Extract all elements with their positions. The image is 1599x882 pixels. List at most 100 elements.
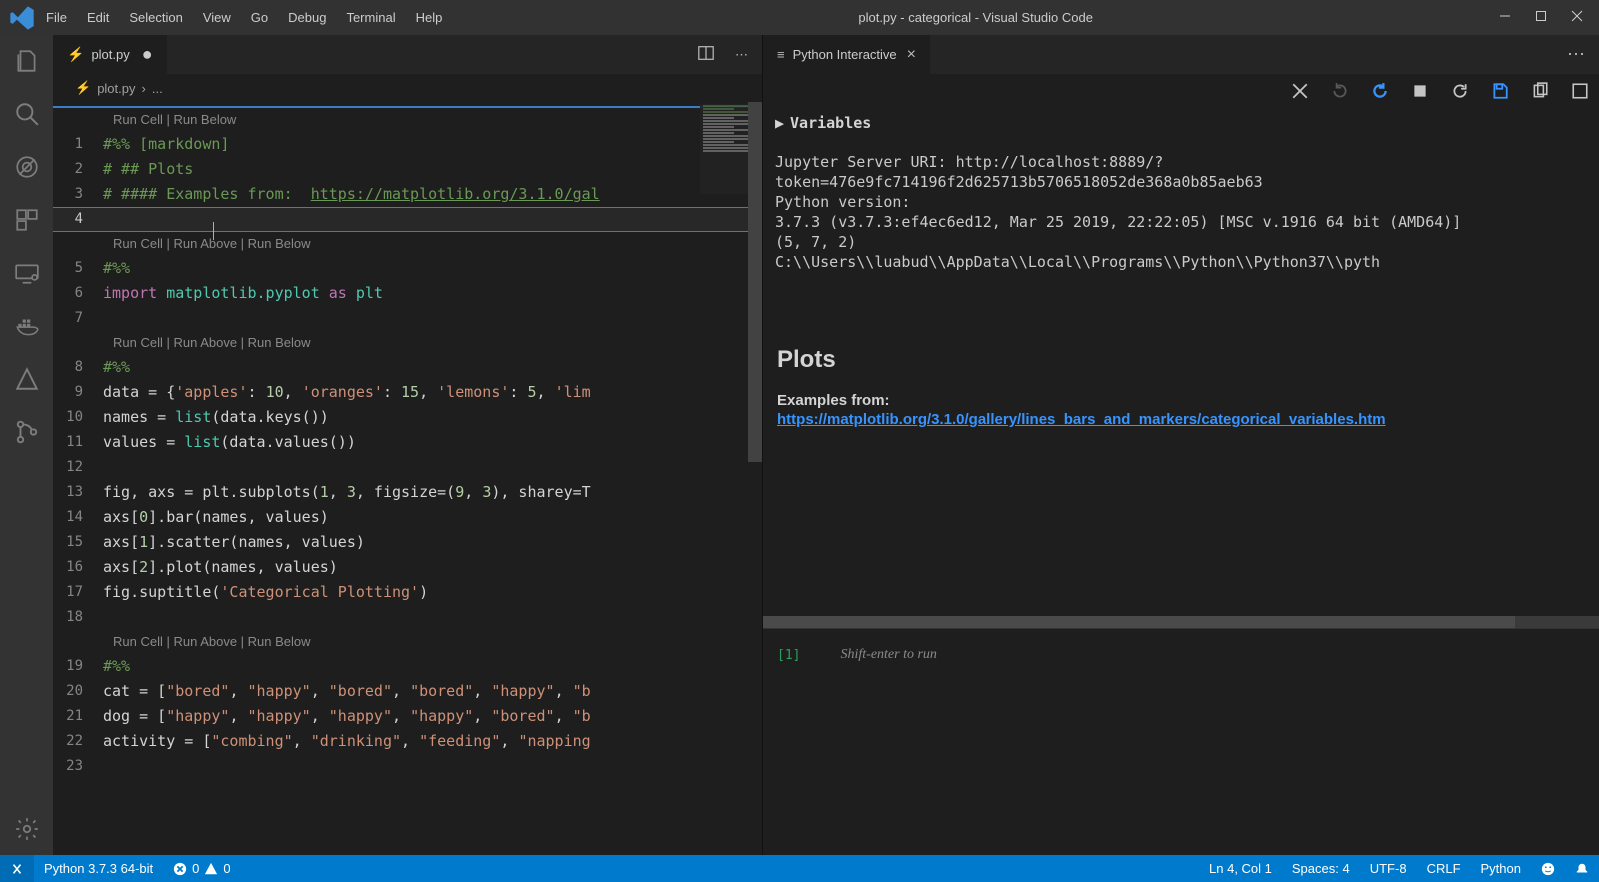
debug-disabled-icon[interactable]	[13, 153, 41, 181]
line-number: 14	[53, 505, 103, 530]
line-number: 6	[53, 281, 103, 306]
status-eol[interactable]: CRLF	[1417, 861, 1471, 876]
line-number: 2	[53, 157, 103, 182]
line-number: 1	[53, 132, 103, 157]
menu-selection[interactable]: Selection	[119, 4, 192, 31]
tab-python-interactive[interactable]: ≡ Python Interactive ×	[763, 35, 931, 74]
interactive-toolbar	[763, 74, 1599, 110]
save-icon[interactable]	[1491, 82, 1509, 103]
codelens-run-cell[interactable]: Run Cell | Run Above | Run Below	[53, 630, 762, 654]
split-editor-icon[interactable]	[697, 44, 715, 65]
line-number: 19	[53, 654, 103, 679]
interactive-input[interactable]: [1] Shift-enter to run	[763, 628, 1599, 681]
status-notifications-icon[interactable]	[1565, 861, 1599, 876]
line-number: 18	[53, 605, 103, 630]
line-number: 22	[53, 729, 103, 754]
expand-icon[interactable]	[1571, 82, 1589, 103]
tab-filename: plot.py	[91, 47, 129, 62]
interactive-tab-bar: ≡ Python Interactive × ⋯	[763, 35, 1599, 74]
menu-file[interactable]: File	[36, 4, 77, 31]
status-language[interactable]: Python	[1471, 861, 1531, 876]
status-problems[interactable]: 0 0	[163, 861, 240, 876]
titlebar: File Edit Selection View Go Debug Termin…	[0, 0, 1599, 35]
menu-debug[interactable]: Debug	[278, 4, 336, 31]
editor-tab-bar: ⚡ plot.py ● ⋯	[53, 35, 762, 74]
status-python-env[interactable]: Python 3.7.3 64-bit	[34, 861, 163, 876]
line-number: 13	[53, 480, 103, 505]
examples-link[interactable]: https://matplotlib.org/3.1.0/gallery/lin…	[777, 411, 1386, 428]
settings-gear-icon[interactable]	[13, 815, 41, 843]
variables-label: Variables	[790, 114, 871, 132]
plots-heading: Plots	[777, 346, 1585, 374]
line-number: 17	[53, 580, 103, 605]
line-number: 23	[53, 754, 103, 779]
docker-icon[interactable]	[13, 312, 41, 340]
azure-icon[interactable]	[13, 365, 41, 393]
menu-view[interactable]: View	[193, 4, 241, 31]
line-number: 4	[53, 207, 103, 232]
line-number: 3	[53, 182, 103, 207]
remote-indicator[interactable]	[0, 855, 34, 882]
examples-label: Examples from:	[777, 392, 1585, 409]
codelens-run-cell[interactable]: Run Cell | Run Below	[53, 106, 762, 132]
line-number: 20	[53, 679, 103, 704]
tab-dirty-indicator: ●	[142, 44, 153, 65]
window-minimize-icon[interactable]	[1499, 10, 1511, 25]
line-number: 12	[53, 455, 103, 480]
search-icon[interactable]	[13, 100, 41, 128]
variables-section[interactable]: ▶ Variables	[763, 110, 1599, 136]
line-number: 10	[53, 405, 103, 430]
plots-output-panel: Plots Examples from: https://matplotlib.…	[763, 326, 1599, 616]
restart-icon[interactable]	[1451, 82, 1469, 103]
stop-icon[interactable]	[1411, 82, 1429, 103]
close-icon[interactable]	[1291, 82, 1309, 103]
breadcrumb[interactable]: ⚡ plot.py › ...	[53, 74, 762, 102]
remote-icon[interactable]	[13, 259, 41, 287]
tab-plot-py[interactable]: ⚡ plot.py ●	[53, 35, 168, 74]
vscode-logo-icon	[8, 4, 36, 32]
extensions-icon[interactable]	[13, 206, 41, 234]
window-close-icon[interactable]	[1571, 10, 1583, 25]
input-hint: Shift-enter to run	[840, 647, 936, 663]
line-number: 7	[53, 306, 103, 331]
editor-scrollbar[interactable]	[748, 102, 762, 462]
input-prompt: [1]	[777, 648, 800, 663]
status-indentation[interactable]: Spaces: 4	[1282, 861, 1360, 876]
codelens-run-cell[interactable]: Run Cell | Run Above | Run Below	[53, 232, 762, 256]
interactive-tab-title: Python Interactive	[793, 47, 897, 62]
code-editor[interactable]: Run Cell | Run Below 1#%% [markdown] 2# …	[53, 102, 762, 855]
output-scrollbar[interactable]	[763, 616, 1599, 628]
source-control-icon[interactable]	[13, 418, 41, 446]
copy-icon[interactable]	[1531, 82, 1549, 103]
breadcrumb-sep: ›	[142, 81, 146, 96]
line-number: 11	[53, 430, 103, 455]
more-actions-icon[interactable]: ⋯	[735, 47, 748, 63]
redo-icon[interactable]	[1331, 82, 1349, 103]
undo-icon[interactable]	[1371, 82, 1389, 103]
breadcrumb-file: plot.py	[97, 81, 135, 96]
status-cursor-position[interactable]: Ln 4, Col 1	[1199, 861, 1282, 876]
status-encoding[interactable]: UTF-8	[1360, 861, 1417, 876]
breadcrumb-tail: ...	[152, 81, 163, 96]
menu-edit[interactable]: Edit	[77, 4, 119, 31]
menu-terminal[interactable]: Terminal	[336, 4, 405, 31]
python-file-icon: ⚡	[75, 80, 91, 96]
codelens-run-cell[interactable]: Run Cell | Run Above | Run Below	[53, 331, 762, 355]
window-maximize-icon[interactable]	[1535, 10, 1547, 25]
status-bar: Python 3.7.3 64-bit 0 0 Ln 4, Col 1 Spac…	[0, 855, 1599, 882]
python-file-icon: ⚡	[67, 46, 84, 63]
line-number: 5	[53, 256, 103, 281]
line-number: 15	[53, 530, 103, 555]
list-icon: ≡	[777, 47, 785, 62]
menu-help[interactable]: Help	[406, 4, 453, 31]
status-feedback-icon[interactable]	[1531, 861, 1565, 876]
expand-triangle-icon: ▶	[775, 114, 784, 132]
more-actions-icon[interactable]: ⋯	[1567, 44, 1585, 65]
menu-go[interactable]: Go	[241, 4, 278, 31]
interactive-output[interactable]: Jupyter Server URI: http://localhost:888…	[763, 136, 1599, 326]
files-icon[interactable]	[13, 47, 41, 75]
line-number: 8	[53, 355, 103, 380]
line-number: 9	[53, 380, 103, 405]
close-tab-icon[interactable]: ×	[907, 46, 916, 64]
line-number: 16	[53, 555, 103, 580]
